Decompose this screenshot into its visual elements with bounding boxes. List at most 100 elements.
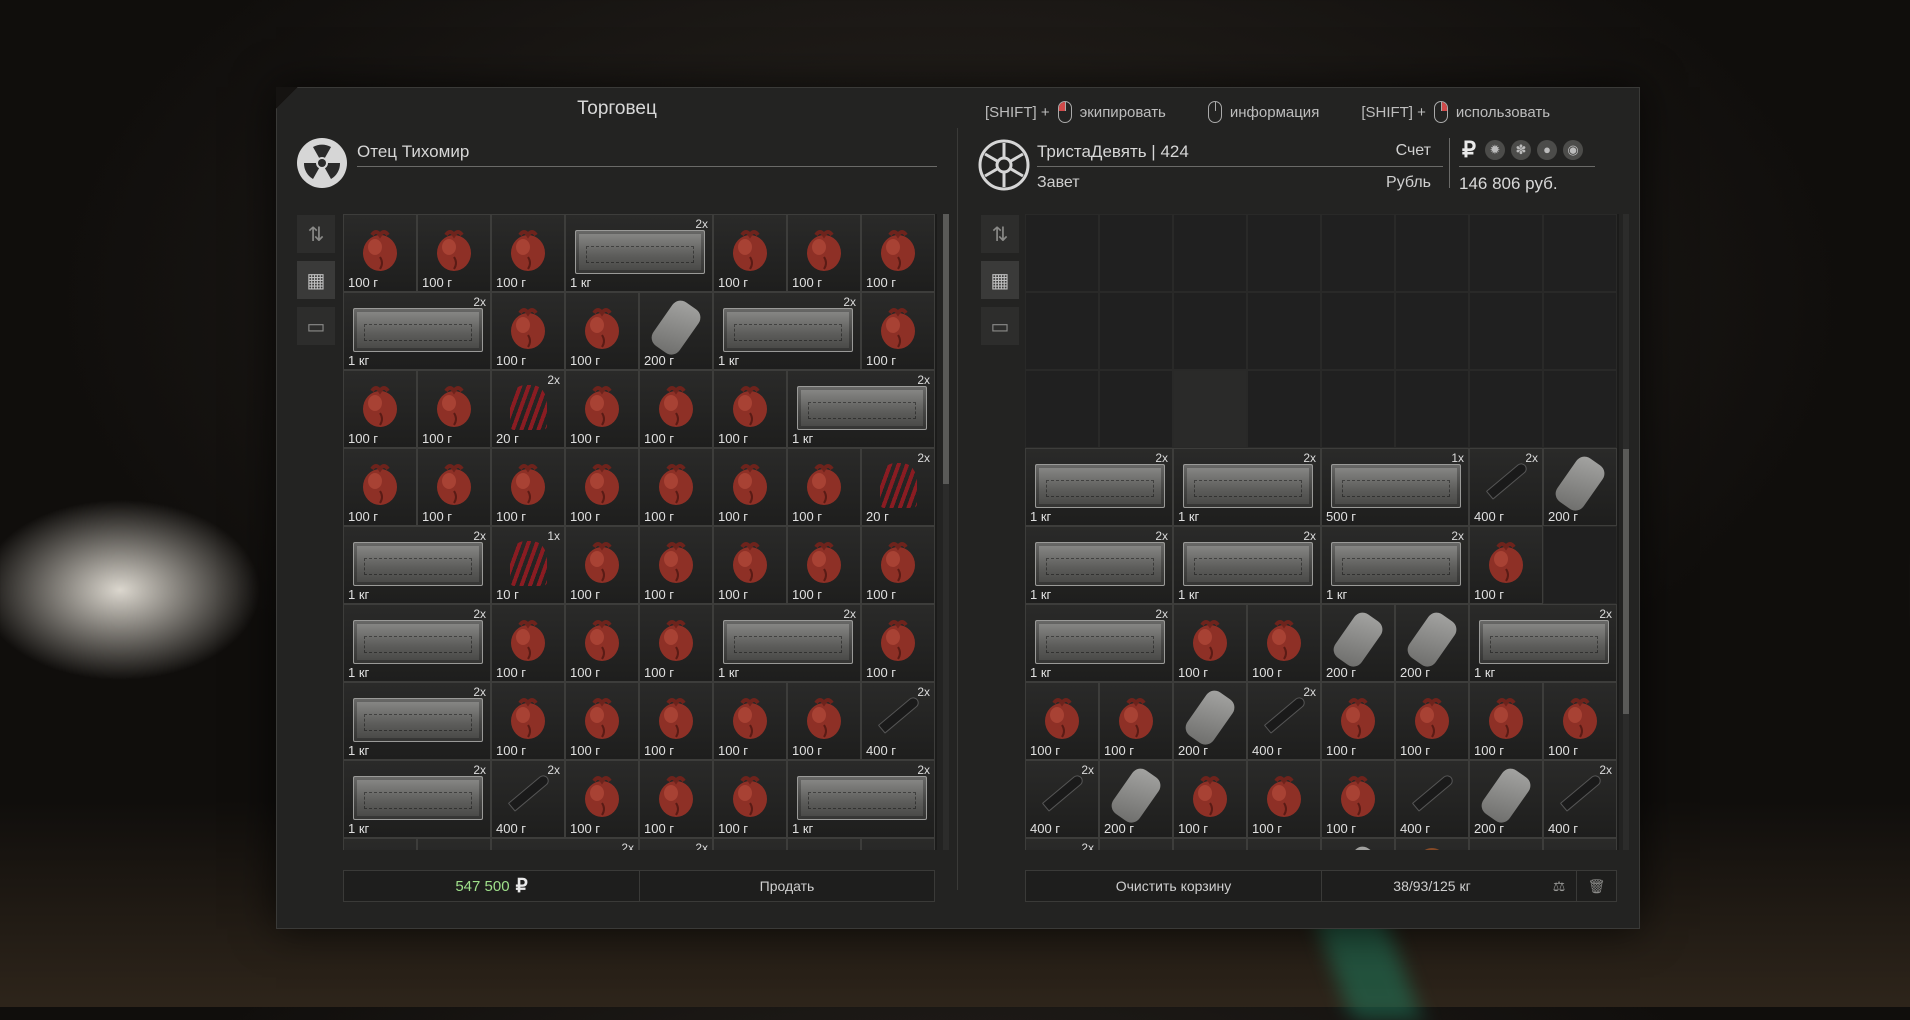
item-slot-heart[interactable] — [1247, 838, 1321, 850]
item-slot-heart[interactable]: 100 г — [1173, 760, 1247, 838]
cart-sort-button[interactable]: ⇅ — [981, 215, 1019, 253]
item-slot-heart[interactable] — [1543, 838, 1617, 850]
item-slot-crate[interactable]: 2x 1 кг — [1469, 604, 1617, 682]
item-slot-heart[interactable]: 100 г — [639, 760, 713, 838]
item-slot-heart[interactable]: 100 г — [417, 214, 491, 292]
item-slot-heart[interactable]: 100 г — [1247, 760, 1321, 838]
item-slot-crate[interactable]: 2x 1 кг — [1025, 526, 1173, 604]
item-slot-heart[interactable]: 100 г — [565, 604, 639, 682]
item-slot-heart[interactable]: 100 г — [417, 370, 491, 448]
item-slot-heart[interactable]: 100 г — [491, 292, 565, 370]
item-slot-heart[interactable] — [787, 838, 861, 850]
item-slot-heart[interactable]: 100 г — [639, 604, 713, 682]
cart-storage-button[interactable]: ▭ — [981, 307, 1019, 345]
empty-slot[interactable] — [1025, 370, 1099, 448]
item-slot-sack[interactable] — [1395, 838, 1469, 850]
item-slot-heart[interactable] — [1173, 838, 1247, 850]
cart-grid-view-button[interactable]: ▦ — [981, 261, 1019, 299]
item-slot-crate[interactable]: 2x 1 кг — [343, 526, 491, 604]
item-slot-heart[interactable]: 100 г — [639, 526, 713, 604]
item-slot-crate[interactable]: 2x 1 кг — [1025, 604, 1173, 682]
empty-slot[interactable] — [1543, 214, 1617, 292]
trader-scroll-thumb[interactable] — [943, 214, 949, 484]
empty-slot[interactable] — [1099, 214, 1173, 292]
item-slot-heart[interactable]: 100 г — [1395, 682, 1469, 760]
item-slot-crate[interactable]: 2x 1 кг — [1025, 448, 1173, 526]
item-slot-tool[interactable]: 200 г — [1543, 448, 1617, 526]
empty-slot[interactable] — [1321, 370, 1395, 448]
item-slot-heart[interactable]: 100 г — [491, 682, 565, 760]
item-slot-knife[interactable]: 2x 400 г — [491, 760, 565, 838]
item-slot-heart[interactable]: 100 г — [861, 526, 935, 604]
item-slot-heart[interactable]: 100 г — [565, 370, 639, 448]
empty-slot[interactable] — [1543, 526, 1617, 604]
item-slot-heart[interactable]: 100 г — [565, 760, 639, 838]
item-slot-heart[interactable] — [343, 838, 417, 850]
empty-slot[interactable] — [1395, 214, 1469, 292]
empty-slot[interactable] — [1025, 214, 1099, 292]
item-slot-heart[interactable]: 100 г — [1469, 682, 1543, 760]
item-slot-heart[interactable]: 100 г — [417, 448, 491, 526]
item-slot-heart[interactable]: 100 г — [639, 682, 713, 760]
item-slot-crate[interactable]: 2x 1 кг — [343, 760, 491, 838]
item-slot-crate[interactable]: 2x — [491, 838, 639, 850]
item-slot-heart[interactable]: 100 г — [1025, 682, 1099, 760]
empty-slot[interactable] — [1025, 292, 1099, 370]
item-slot-knife[interactable]: 2x — [639, 838, 713, 850]
item-slot-knife[interactable]: 2x 400 г — [1247, 682, 1321, 760]
item-slot-heart[interactable]: 100 г — [787, 214, 861, 292]
rub-icon[interactable]: ₽ — [1459, 139, 1479, 161]
empty-slot[interactable] — [1099, 292, 1173, 370]
empty-slot[interactable] — [1321, 292, 1395, 370]
item-slot-tool[interactable]: 200 г — [639, 292, 713, 370]
empty-slot[interactable] — [1469, 214, 1543, 292]
item-slot-heart[interactable]: 100 г — [1321, 760, 1395, 838]
empty-slot[interactable] — [1543, 370, 1617, 448]
item-slot-tool[interactable]: 200 г — [1469, 760, 1543, 838]
item-slot-heart[interactable]: 100 г — [1321, 682, 1395, 760]
item-slot-tool[interactable] — [1321, 838, 1395, 850]
item-slot-knife[interactable]: 2x 400 г — [1025, 760, 1099, 838]
item-slot-heart[interactable]: 100 г — [861, 214, 935, 292]
item-slot-heart[interactable]: 100 г — [713, 448, 787, 526]
item-slot-heart[interactable]: 100 г — [1469, 526, 1543, 604]
empty-slot[interactable] — [1099, 370, 1173, 448]
item-slot-heart[interactable]: 100 г — [639, 370, 713, 448]
seed-icon[interactable]: ● — [1537, 140, 1557, 160]
cart-scrollbar[interactable] — [1623, 214, 1629, 850]
empty-slot[interactable] — [1173, 292, 1247, 370]
item-slot-heart[interactable]: 100 г — [343, 214, 417, 292]
item-slot-heart[interactable]: 100 г — [713, 370, 787, 448]
item-slot-heart[interactable]: 100 г — [787, 682, 861, 760]
item-slot-heart[interactable]: 100 г — [713, 526, 787, 604]
sell-button[interactable]: Продать — [640, 871, 934, 901]
coin-icon[interactable]: ◉ — [1563, 140, 1583, 160]
item-slot-heart[interactable]: 100 г — [639, 448, 713, 526]
item-slot-knife[interactable]: 400 г — [1395, 760, 1469, 838]
item-slot-heart[interactable]: 100 г — [1173, 604, 1247, 682]
item-slot-heart[interactable] — [861, 838, 935, 850]
item-slot-crate[interactable]: 2x 1 кг — [343, 604, 491, 682]
item-slot-plant[interactable]: 2x 20 г — [491, 370, 565, 448]
empty-slot[interactable] — [1469, 292, 1543, 370]
item-slot-knife[interactable]: 2x 400 г — [1543, 760, 1617, 838]
item-slot-heart[interactable]: 100 г — [565, 448, 639, 526]
empty-slot[interactable] — [1395, 370, 1469, 448]
item-slot-knife[interactable]: 2x 400 г — [861, 682, 935, 760]
item-slot-tool[interactable]: 200 г — [1321, 604, 1395, 682]
item-slot-heart[interactable] — [1099, 838, 1173, 850]
item-slot-heart[interactable]: 100 г — [491, 214, 565, 292]
empty-slot[interactable] — [1321, 214, 1395, 292]
grid-view-button[interactable]: ▦ — [297, 261, 335, 299]
item-slot-knife[interactable]: 2x 400 г — [1469, 448, 1543, 526]
item-slot-heart[interactable] — [713, 838, 787, 850]
item-slot-heart[interactable]: 100 г — [1543, 682, 1617, 760]
item-slot-heart[interactable] — [417, 838, 491, 850]
cart-scroll-thumb[interactable] — [1623, 449, 1629, 714]
trash-button[interactable]: 🗑 — [1576, 871, 1616, 901]
clear-cart-button[interactable]: Очистить корзину — [1026, 871, 1322, 901]
item-slot-heart[interactable]: 100 г — [787, 448, 861, 526]
item-slot-heart[interactable]: 100 г — [861, 292, 935, 370]
item-slot-crate[interactable]: 2x 1 кг — [1173, 526, 1321, 604]
item-slot-plant[interactable]: 1x 10 г — [491, 526, 565, 604]
